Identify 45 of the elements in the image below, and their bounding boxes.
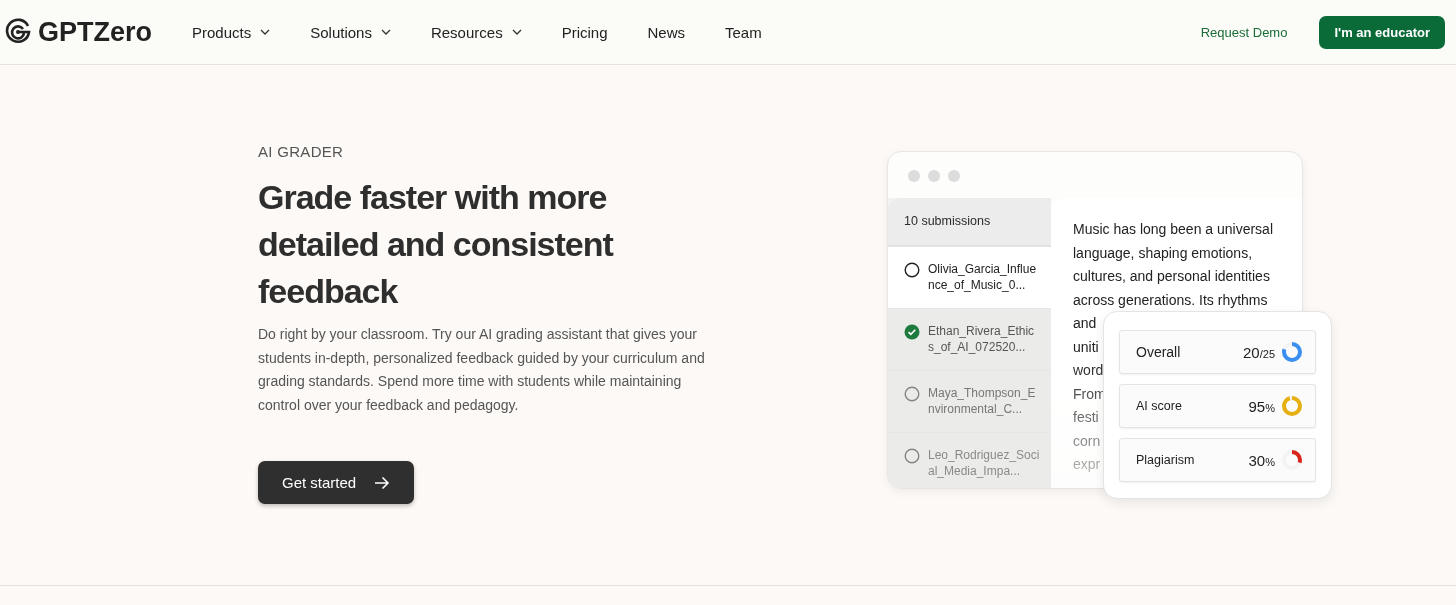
nav-link[interactable]: Products [192, 23, 271, 41]
progress-ring-icon [1281, 449, 1303, 471]
window-dot-icon [948, 170, 960, 182]
window-dot-icon [928, 170, 940, 182]
nav-link[interactable]: Resources [430, 23, 522, 41]
progress-ring-icon [1281, 341, 1303, 363]
request-demo-link[interactable]: Request Demo [1200, 24, 1288, 40]
hero-heading: Grade faster with more detailed and consistent feedback [258, 177, 615, 312]
logo-link[interactable]: GPTZero [4, 16, 152, 48]
progress-ring-icon [1281, 395, 1303, 417]
get-started-button[interactable]: Get started [258, 461, 415, 504]
essay-text-line: corn [1073, 431, 1101, 451]
file-name: Leo_Rodriguez_Social_Media_Impa... [928, 447, 1040, 480]
essay-text-line: expr [1073, 455, 1101, 474]
nav-link[interactable]: Solutions [310, 23, 391, 41]
essay-text-line: festi [1073, 408, 1099, 427]
file-name: Olivia_Garcia_Influence_of_Music_0... [928, 261, 1038, 294]
score-label: AI score [1136, 399, 1183, 413]
essay-text-line: and [1073, 314, 1097, 333]
essay-text-line: word [1073, 361, 1104, 380]
submission-item[interactable]: Olivia_Garcia_Influence_of_Music_0... [888, 247, 1051, 309]
nav-link[interactable]: News [647, 23, 685, 41]
file-name: Ethan_Rivera_Ethics_of_AI_072520... [928, 323, 1036, 356]
section-label: AI GRADER [258, 143, 345, 160]
essay-text-line: across generations. Its rhythms [1073, 290, 1268, 310]
nav-link[interactable]: Team [725, 23, 762, 41]
arrow-right-icon [374, 475, 391, 490]
score-value: 95% [1248, 397, 1275, 415]
educator-button[interactable]: I'm an educator [1319, 15, 1445, 49]
submissions-header: 10 submissions [888, 198, 1051, 247]
score-value: 20/25 [1243, 343, 1275, 361]
essay-text-line: Music has long been a universal [1073, 220, 1273, 239]
file-name: Maya_Thompson_Environmental_C... [928, 385, 1037, 418]
essay-text-line: cultures, and personal identities [1073, 267, 1270, 286]
logo-icon [4, 18, 32, 46]
score-value: 30% [1248, 451, 1275, 469]
nav-link[interactable]: Pricing [561, 23, 608, 41]
window-dot-icon [908, 170, 920, 182]
essay-text-line: uniti [1073, 337, 1099, 357]
submission-item[interactable]: Maya_Thompson_Environmental_C... [888, 371, 1051, 433]
submission-item[interactable]: Ethan_Rivera_Ethics_of_AI_072520... [888, 309, 1051, 371]
score-label: Plagiarism [1136, 453, 1196, 467]
score-label: Overall [1136, 344, 1182, 360]
essay-text-line: language, shaping emotions, [1073, 243, 1253, 263]
hero-description: Do right by your classroom. Try our AI grading assistant that gives your students in-depth, personalized feedback guided by your curriculum and grading standards. Spend more time with students while maintaining control over your feedback and pedagogy. [258, 325, 706, 415]
